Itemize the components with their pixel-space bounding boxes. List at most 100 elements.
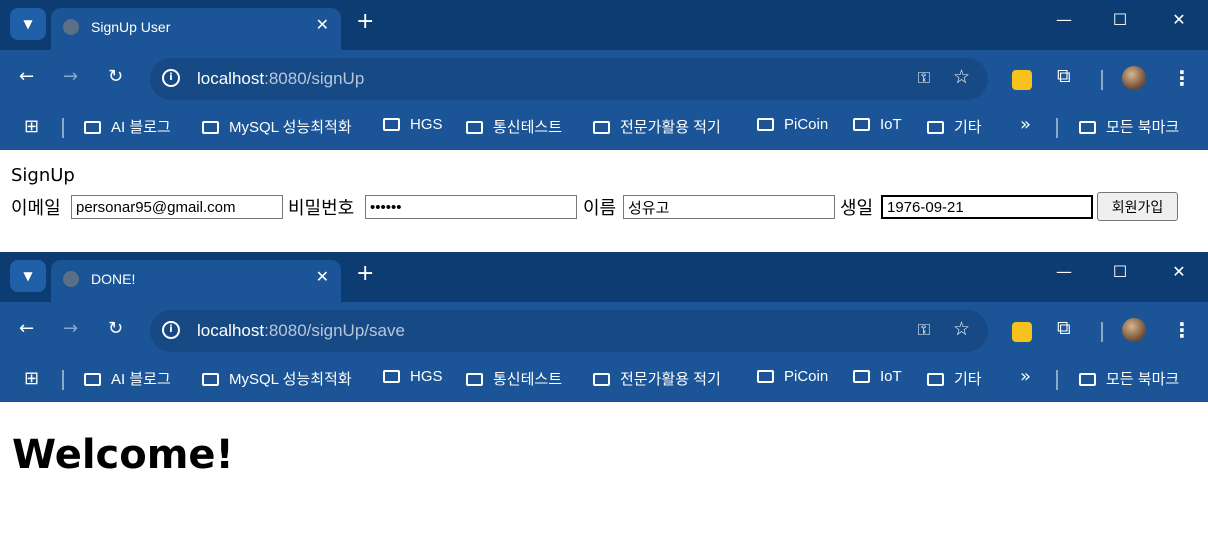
folder-icon (593, 121, 610, 134)
key-icon[interactable]: ⚿ (918, 320, 930, 340)
birth-field[interactable] (881, 195, 1093, 219)
folder-icon (757, 118, 774, 131)
welcome-heading: Welcome! (12, 432, 234, 478)
maximize-button[interactable]: ☐ (1108, 10, 1132, 29)
info-icon[interactable]: i (162, 69, 180, 87)
bookmark-item[interactable]: AI 블로그 (84, 368, 171, 389)
extension-bulb-icon[interactable] (1012, 322, 1032, 342)
bookmark-item[interactable]: HGS (383, 116, 443, 133)
folder-icon (593, 373, 610, 386)
folder-icon (1079, 373, 1096, 386)
avatar[interactable] (1122, 318, 1146, 342)
bookmark-item[interactable]: AI 블로그 (84, 116, 171, 137)
tab-search-button[interactable]: ▼ (10, 260, 46, 292)
bookmarks-bar: ⊞ AI 블로그 MySQL 성능최적화 HGS 통신테스트 전문가활용 적기 … (0, 108, 1208, 150)
url-text: localhost:8080/signUp/save (197, 321, 405, 340)
globe-icon (63, 19, 79, 35)
bookmark-item[interactable]: PiCoin (757, 116, 828, 133)
folder-icon (202, 121, 219, 134)
back-button[interactable]: ← (19, 318, 34, 339)
browser-window-done: ▼ DONE! ✕ + — ☐ ✕ ← → ↻ i localhost:8080… (0, 252, 1208, 538)
bookmark-item[interactable]: 통신테스트 (466, 368, 562, 389)
bookmark-item[interactable]: 기타 (927, 368, 982, 389)
avatar[interactable] (1122, 66, 1146, 90)
tab-title: DONE! (91, 271, 136, 287)
close-window-button[interactable]: ✕ (1167, 262, 1191, 281)
back-button[interactable]: ← (19, 66, 34, 87)
name-field[interactable] (623, 195, 835, 219)
bookmark-item[interactable]: 전문가활용 적기 (593, 368, 721, 389)
email-field[interactable] (71, 195, 283, 219)
more-bookmarks-button[interactable]: » (1020, 366, 1031, 387)
bookmark-item[interactable]: 통신테스트 (466, 116, 562, 137)
tab-active[interactable]: SignUp User ✕ (51, 8, 341, 50)
apps-grid-icon[interactable]: ⊞ (24, 116, 39, 137)
all-bookmarks-button[interactable]: 모든 북마크 (1079, 116, 1179, 137)
email-label: 이메일 (11, 198, 61, 219)
apps-grid-icon[interactable]: ⊞ (24, 368, 39, 389)
signup-submit-button[interactable]: 회원가입 (1097, 192, 1178, 221)
birth-label: 생일 (840, 198, 874, 219)
folder-icon (84, 373, 101, 386)
new-tab-button[interactable]: + (356, 261, 374, 286)
tab-strip: ▼ DONE! ✕ + — ☐ ✕ (0, 252, 1208, 302)
reload-button[interactable]: ↻ (108, 66, 123, 87)
navigation-toolbar: ← → ↻ i localhost:8080/signUp/save ⚿ ☆ ⧉… (0, 302, 1208, 360)
kebab-icon[interactable]: ⋮ (1172, 318, 1192, 342)
folder-icon (1079, 121, 1096, 134)
kebab-icon[interactable]: ⋮ (1172, 66, 1192, 90)
more-bookmarks-button[interactable]: » (1020, 114, 1031, 135)
folder-icon (853, 118, 870, 131)
new-tab-button[interactable]: + (356, 9, 374, 34)
key-icon[interactable]: ⚿ (918, 68, 930, 88)
address-bar[interactable]: i localhost:8080/signUp ⚿ ☆ (150, 58, 988, 100)
reload-button[interactable]: ↻ (108, 318, 123, 339)
folder-icon (927, 121, 944, 134)
bookmark-item[interactable]: MySQL 성능최적화 (202, 116, 352, 137)
name-label: 이름 (583, 198, 617, 219)
star-icon[interactable]: ☆ (953, 66, 970, 88)
forward-button[interactable]: → (63, 66, 78, 87)
folder-icon (383, 370, 400, 383)
divider (1056, 118, 1058, 138)
star-icon[interactable]: ☆ (953, 318, 970, 340)
folder-icon (202, 373, 219, 386)
close-tab-button[interactable]: ✕ (316, 15, 329, 34)
divider (1101, 322, 1103, 342)
puzzle-icon[interactable]: ⧉ (1057, 65, 1071, 87)
divider (1101, 70, 1103, 90)
close-tab-button[interactable]: ✕ (316, 267, 329, 286)
tab-active[interactable]: DONE! ✕ (51, 260, 341, 302)
chevron-down-icon: ▼ (23, 17, 33, 31)
navigation-toolbar: ← → ↻ i localhost:8080/signUp ⚿ ☆ ⧉ ⋮ (0, 50, 1208, 108)
tab-title: SignUp User (91, 19, 171, 35)
address-bar[interactable]: i localhost:8080/signUp/save ⚿ ☆ (150, 310, 988, 352)
folder-icon (84, 121, 101, 134)
info-icon[interactable]: i (162, 321, 180, 339)
bookmark-item[interactable]: IoT (853, 368, 902, 385)
bookmarks-bar: ⊞ AI 블로그 MySQL 성능최적화 HGS 통신테스트 전문가활용 적기 … (0, 360, 1208, 402)
password-field[interactable] (365, 195, 577, 219)
extension-bulb-icon[interactable] (1012, 70, 1032, 90)
forward-button[interactable]: → (63, 318, 78, 339)
maximize-button[interactable]: ☐ (1108, 262, 1132, 281)
url-text: localhost:8080/signUp (197, 69, 365, 88)
all-bookmarks-button[interactable]: 모든 북마크 (1079, 368, 1179, 389)
bookmark-item[interactable]: MySQL 성능최적화 (202, 368, 352, 389)
divider (1056, 370, 1058, 390)
bookmark-item[interactable]: HGS (383, 368, 443, 385)
folder-icon (383, 118, 400, 131)
browser-window-signup: ▼ SignUp User ✕ + — ☐ ✕ ← → ↻ i localhos… (0, 0, 1208, 253)
bookmark-item[interactable]: 기타 (927, 116, 982, 137)
divider (62, 118, 64, 138)
chevron-down-icon: ▼ (23, 269, 33, 283)
close-window-button[interactable]: ✕ (1167, 10, 1191, 29)
tab-search-button[interactable]: ▼ (10, 8, 46, 40)
minimize-button[interactable]: — (1052, 262, 1076, 281)
bookmark-item[interactable]: 전문가활용 적기 (593, 116, 721, 137)
password-label: 비밀번호 (288, 198, 355, 219)
bookmark-item[interactable]: IoT (853, 116, 902, 133)
puzzle-icon[interactable]: ⧉ (1057, 317, 1071, 339)
bookmark-item[interactable]: PiCoin (757, 368, 828, 385)
minimize-button[interactable]: — (1052, 10, 1076, 29)
